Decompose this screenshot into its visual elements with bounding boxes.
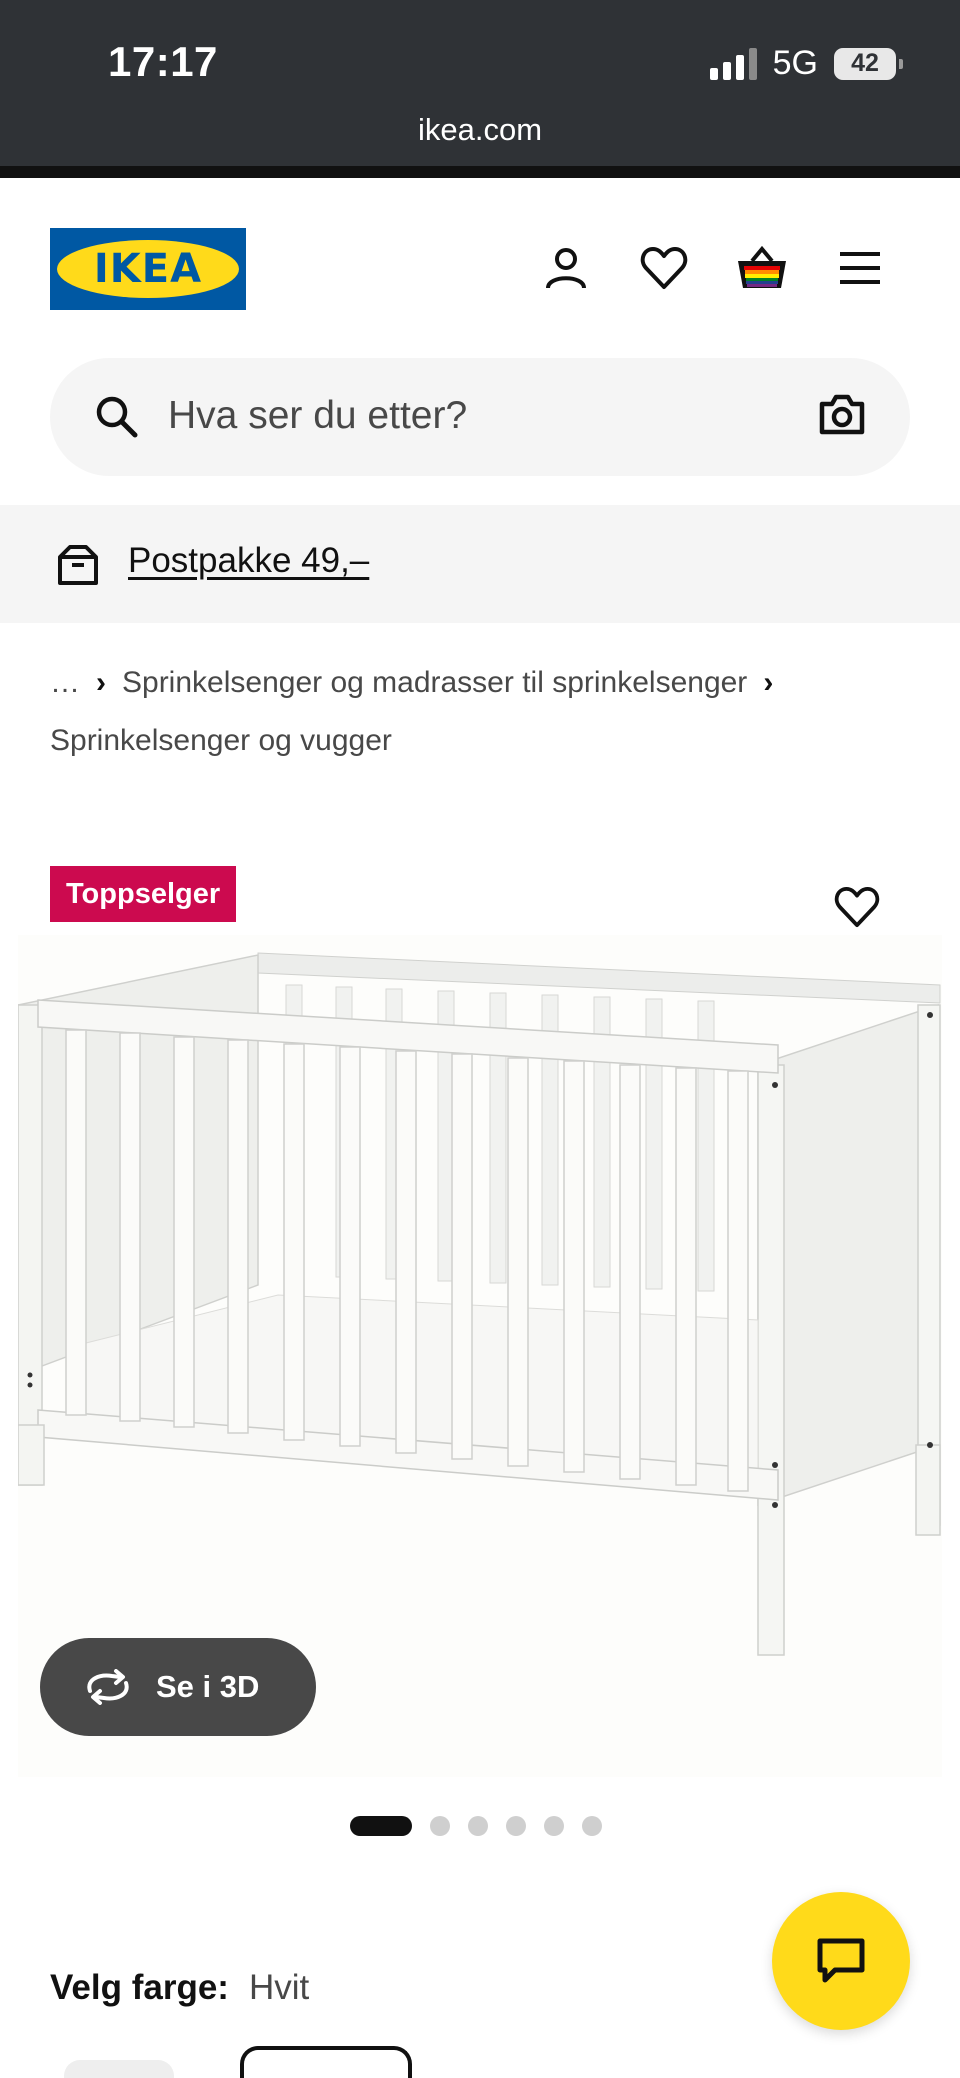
- breadcrumb-separator: ›: [96, 666, 106, 699]
- carousel-dot-1[interactable]: [350, 1816, 412, 1836]
- network-type: 5G: [772, 44, 818, 82]
- chat-icon: [817, 1938, 865, 1983]
- color-label: Velg farge:: [50, 1968, 229, 2007]
- search-input[interactable]: [168, 386, 728, 446]
- carousel-dot-4[interactable]: [506, 1816, 526, 1836]
- status-time: 17:17: [108, 38, 218, 85]
- image-carousel-dots: [350, 1816, 602, 1836]
- battery-level: 42: [851, 49, 879, 77]
- package-icon: [56, 543, 100, 592]
- delivery-banner: Postpakke 49,–: [0, 505, 960, 623]
- camera-icon[interactable]: [818, 392, 866, 441]
- heart-icon[interactable]: [636, 240, 692, 296]
- breadcrumb: … › Sprinkelsenger og madrasser til sprink…: [50, 654, 910, 770]
- status-indicators: 5G 42: [709, 44, 903, 83]
- breadcrumb-separator: ›: [763, 666, 774, 699]
- chat-button[interactable]: [772, 1892, 910, 2030]
- color-selector: Velg farge: Hvit: [50, 1968, 309, 2008]
- favourite-product-heart-icon[interactable]: [834, 886, 880, 933]
- view-in-3d-label: Se i 3D: [156, 1669, 260, 1704]
- signal-icon: [709, 47, 757, 80]
- breadcrumb-item-cribs-cradles[interactable]: Sprinkelsenger og vugger: [50, 724, 392, 757]
- logo-text: IKEA: [93, 246, 203, 292]
- logo-oval: IKEA: [57, 240, 239, 298]
- ikea-logo[interactable]: IKEA: [50, 228, 246, 310]
- browser-divider: [0, 166, 960, 178]
- breadcrumb-ellipsis[interactable]: …: [50, 666, 80, 699]
- browser-url[interactable]: ikea.com: [0, 112, 960, 148]
- carousel-dot-5[interactable]: [544, 1816, 564, 1836]
- search-icon[interactable]: [94, 394, 138, 443]
- topseller-badge: Toppselger: [50, 866, 237, 922]
- battery-icon: 42: [834, 47, 903, 80]
- badge-label: Toppselger: [66, 877, 221, 910]
- postpakke-link[interactable]: Postpakke 49,–: [128, 541, 369, 581]
- breadcrumb-item-cribs-mattresses[interactable]: Sprinkelsenger og madrasser til sprinkel…: [122, 666, 747, 699]
- color-value: Hvit: [248, 1968, 310, 2007]
- carousel-dot-2[interactable]: [430, 1816, 450, 1836]
- menu-icon[interactable]: [832, 240, 888, 296]
- view-in-3d-button[interactable]: Se i 3D: [40, 1638, 316, 1736]
- rotate-3d-icon: [87, 1669, 129, 1705]
- basket-icon[interactable]: [734, 240, 790, 296]
- color-swatch-selected[interactable]: [240, 2046, 412, 2078]
- user-icon[interactable]: [538, 240, 594, 296]
- color-swatch-option[interactable]: [64, 2060, 174, 2078]
- search-bar[interactable]: [50, 358, 910, 476]
- status-bar: 17:17 5G 42 ikea.com: [0, 0, 960, 166]
- carousel-dot-6[interactable]: [582, 1816, 602, 1836]
- carousel-dot-3[interactable]: [468, 1816, 488, 1836]
- product-image-crib[interactable]: [18, 945, 942, 1665]
